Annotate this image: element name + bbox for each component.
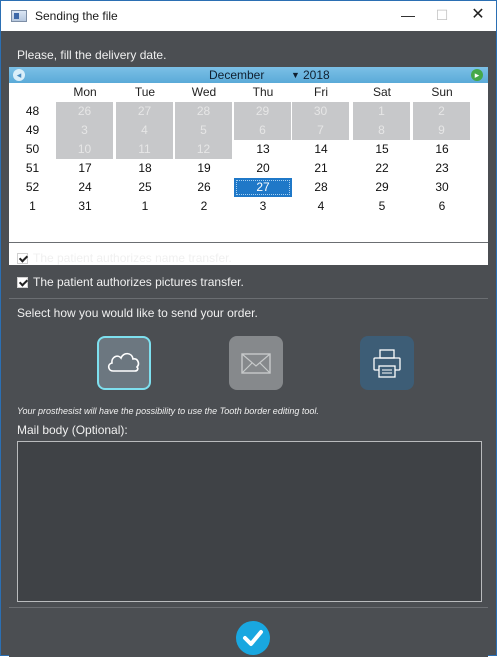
pictures-transfer-checkbox-row[interactable]: The patient authorizes pictures transfer…: [17, 275, 317, 291]
calendar-day: 28: [175, 102, 233, 121]
calendar-day[interactable]: 26: [175, 178, 233, 197]
calendar-header: ◂ December ▼ 2018 ▸: [9, 67, 488, 83]
calendar-day[interactable]: 25: [116, 178, 174, 197]
calendar-day: 8: [353, 121, 411, 140]
send-method-prompt: Select how you would like to send your o…: [17, 306, 258, 320]
calendar-day[interactable]: 20: [234, 159, 292, 178]
calendar-day: 1: [353, 102, 411, 121]
mail-icon: [241, 353, 271, 374]
week-number: 51: [25, 161, 40, 175]
next-month-icon[interactable]: ▸: [471, 69, 483, 81]
name-transfer-checkbox-row[interactable]: The patient authorizes name transfer.: [17, 251, 317, 267]
calendar-day[interactable]: 18: [116, 159, 174, 178]
calendar-day[interactable]: 24: [56, 178, 114, 197]
calendar-week-row: 52 24 25 26 27 28 29 30: [9, 178, 488, 197]
calendar-day: 5: [175, 121, 233, 140]
calendar-day[interactable]: 27: [234, 178, 292, 197]
calendar-day: 7: [292, 121, 350, 140]
minimize-button[interactable]: —: [391, 1, 425, 31]
weekday-label: Fri: [314, 85, 328, 99]
week-number: 49: [25, 123, 40, 137]
weekday-label: Tue: [134, 85, 156, 99]
calendar-day[interactable]: 16: [413, 140, 471, 159]
previous-month-icon[interactable]: ◂: [13, 69, 25, 81]
weekday-label: Thu: [252, 85, 274, 99]
divider: [9, 298, 488, 299]
calendar-month[interactable]: December: [209, 68, 264, 82]
calendar-day: 3: [56, 121, 114, 140]
calendar-day[interactable]: 14: [292, 140, 350, 159]
calendar-day[interactable]: 6: [413, 197, 471, 216]
calendar-day: 27: [116, 102, 174, 121]
maximize-button[interactable]: ☐: [425, 1, 459, 31]
mail-body-textarea[interactable]: [17, 441, 482, 602]
calendar-day[interactable]: 2: [175, 197, 233, 216]
mail-body-label: Mail body (Optional):: [17, 423, 128, 437]
send-via-cloud-button[interactable]: [97, 336, 151, 390]
week-number: 1: [29, 199, 36, 213]
calendar-day: 12: [175, 140, 233, 159]
calendar-day[interactable]: 28: [292, 178, 350, 197]
printer-icon: [373, 349, 401, 378]
calendar-day[interactable]: 22: [353, 159, 411, 178]
send-file-dialog: Sending the file — ☐ ✕ Please, fill the …: [0, 0, 497, 657]
calendar-week-row: 1 31 1 2 3 4 5 6: [9, 197, 488, 216]
delivery-date-prompt: Please, fill the delivery date.: [17, 48, 167, 62]
calendar-week-row: 48 26 27 28 29 30 1 2: [9, 102, 488, 121]
calendar-day[interactable]: 15: [353, 140, 411, 159]
weekday-label: Sun: [431, 85, 453, 99]
name-transfer-checkbox[interactable]: [17, 253, 28, 264]
close-button[interactable]: ✕: [461, 1, 495, 31]
calendar-day[interactable]: 23: [413, 159, 471, 178]
title-bar: Sending the file — ☐ ✕: [1, 1, 496, 31]
confirm-button[interactable]: [236, 621, 270, 655]
calendar-day[interactable]: 3: [234, 197, 292, 216]
divider: [9, 242, 488, 243]
pictures-transfer-label: The patient authorizes pictures transfer…: [33, 275, 244, 289]
calendar-day: 2: [413, 102, 471, 121]
weekday-label: Sat: [372, 85, 391, 99]
editing-tool-hint: Your prosthesist will have the possibili…: [17, 406, 319, 416]
calendar-day: 4: [116, 121, 174, 140]
checkmark-icon: [243, 630, 263, 646]
divider: [9, 607, 488, 608]
cloud-icon: [107, 352, 140, 372]
calendar-day[interactable]: 1: [116, 197, 174, 216]
calendar-day: 30: [292, 102, 350, 121]
name-transfer-label: The patient authorizes name transfer.: [33, 251, 232, 265]
calendar-day: 6: [234, 121, 292, 140]
weekday-label: Wed: [191, 85, 217, 99]
weekday-header-row: Mon Tue Wed Thu Fri Sat Sun: [9, 83, 488, 102]
pictures-transfer-checkbox[interactable]: [17, 277, 28, 288]
week-number: 48: [25, 104, 40, 118]
send-via-mail-button[interactable]: [229, 336, 283, 390]
calendar-day[interactable]: 31: [56, 197, 114, 216]
calendar-week-row: 50 10 11 12 13 14 15 16: [9, 140, 488, 159]
calendar-day: 10: [56, 140, 114, 159]
calendar-day[interactable]: 21: [292, 159, 350, 178]
calendar-day[interactable]: 30: [413, 178, 471, 197]
week-number: 50: [25, 142, 40, 156]
calendar-week-row: 51 17 18 19 20 21 22 23: [9, 159, 488, 178]
calendar-grid: Mon Tue Wed Thu Fri Sat Sun 48 26 27 28 29 30 1 2 49 3 4 5…: [9, 83, 488, 216]
calendar-day[interactable]: 4: [292, 197, 350, 216]
calendar-day[interactable]: 5: [353, 197, 411, 216]
calendar-day: 26: [56, 102, 114, 121]
calendar-day[interactable]: 17: [56, 159, 114, 178]
calendar-day[interactable]: 19: [175, 159, 233, 178]
week-number: 52: [25, 180, 40, 194]
delivery-calendar: ◂ December ▼ 2018 ▸ Mon Tue Wed Thu Fri Sat Su…: [9, 67, 488, 265]
calendar-day: 9: [413, 121, 471, 140]
calendar-day[interactable]: 29: [353, 178, 411, 197]
window-title: Sending the file: [35, 9, 118, 23]
print-order-button[interactable]: [360, 336, 414, 390]
calendar-day: 29: [234, 102, 292, 121]
calendar-year[interactable]: 2018: [303, 68, 330, 82]
calendar-week-row: 49 3 4 5 6 7 8 9: [9, 121, 488, 140]
chevron-down-icon[interactable]: ▼: [291, 70, 300, 80]
app-window-icon: [11, 10, 27, 22]
weekday-label: Mon: [73, 85, 97, 99]
calendar-day[interactable]: 13: [234, 140, 292, 159]
calendar-day: 11: [116, 140, 174, 159]
